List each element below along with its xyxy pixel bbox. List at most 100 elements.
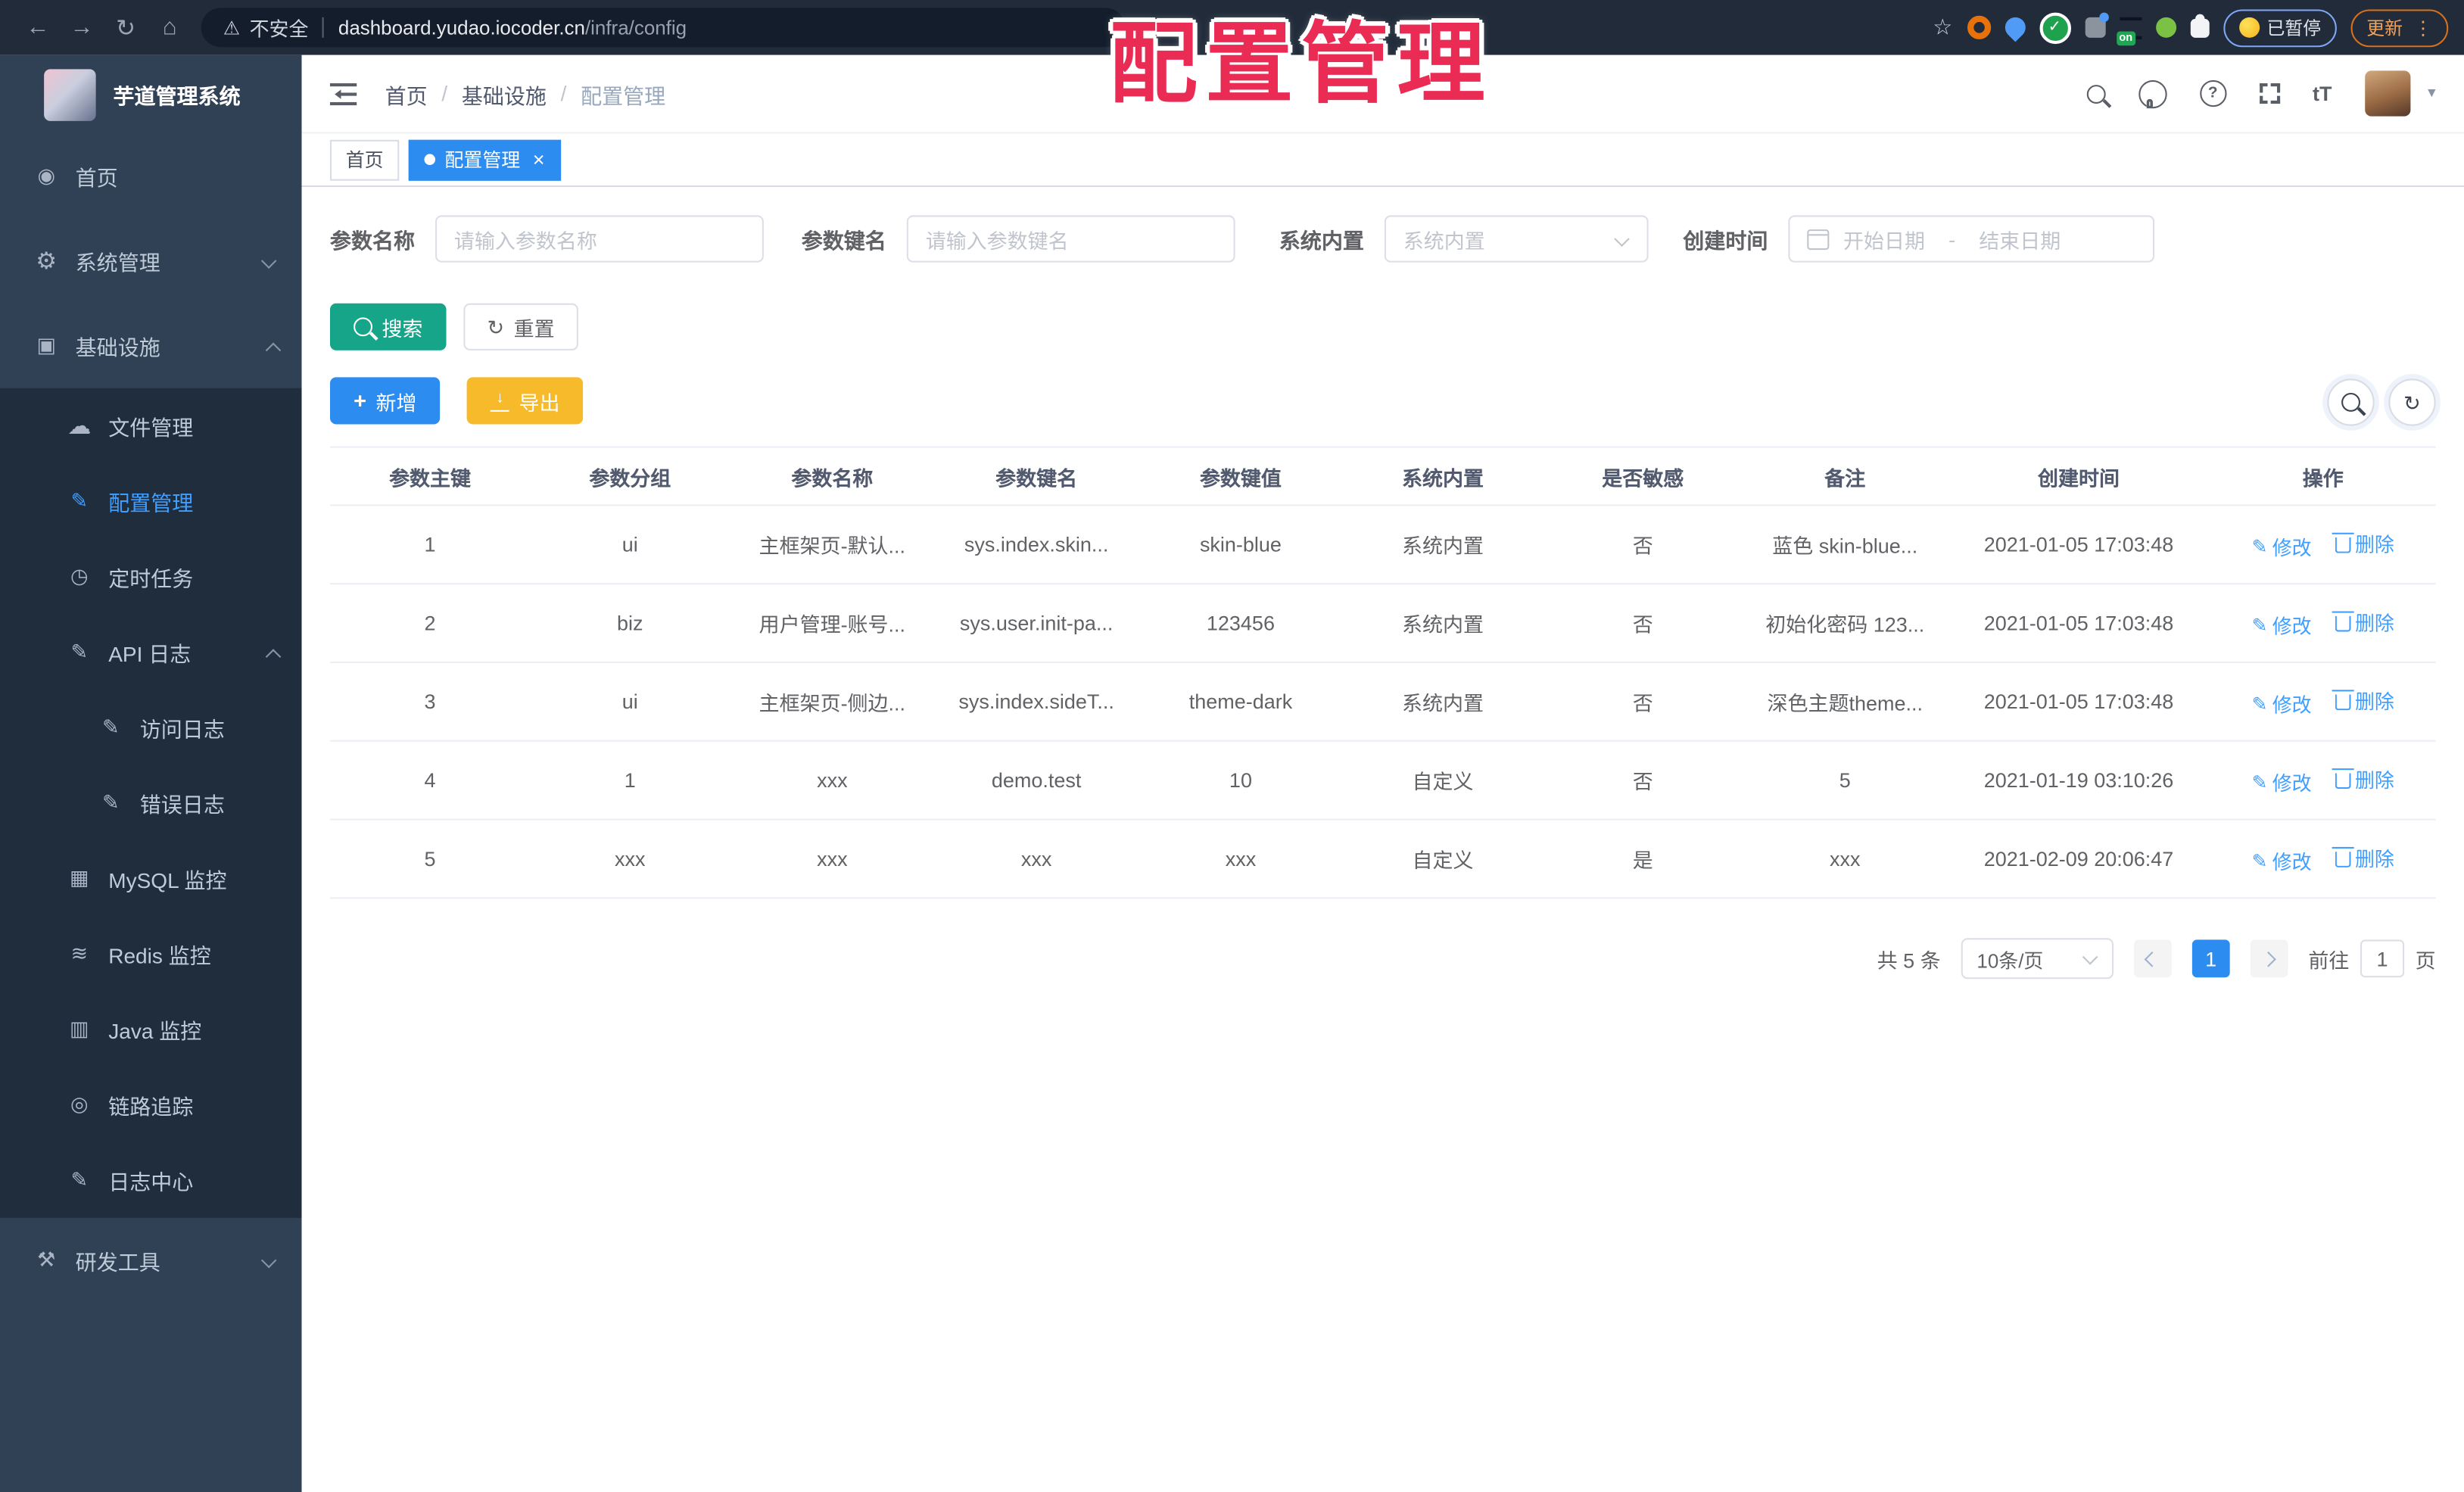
cell: 否 — [1543, 505, 1743, 585]
delete-link[interactable]: 删除 — [2331, 528, 2394, 557]
param-key-input[interactable]: 请输入参数键名 — [906, 215, 1235, 263]
edit-link[interactable]: 修改 — [2252, 688, 2312, 718]
sidebar-item-system[interactable]: 系统管理 — [0, 219, 302, 304]
emoji-paused-icon — [2238, 17, 2260, 38]
cell: 1 — [329, 505, 531, 585]
sidebar-item-config-manage[interactable]: 配置管理 — [0, 463, 302, 539]
chevron-up-icon — [265, 334, 282, 357]
tab-label: 配置管理 — [444, 149, 521, 172]
sidebar-item-java-monitor[interactable]: Java 监控 — [0, 992, 302, 1067]
cell: 主框架页-默认... — [730, 505, 935, 585]
sidebar-item-api-log[interactable]: API 日志 — [0, 615, 302, 690]
sidebar-item-mysql-monitor[interactable]: MySQL 监控 — [0, 841, 302, 917]
sidebar-item-cron-job[interactable]: 定时任务 — [0, 539, 302, 615]
close-icon[interactable] — [530, 148, 545, 171]
sidebar-item-label: 首页 — [75, 167, 118, 191]
bookmark-star-icon[interactable]: ☆ — [1933, 14, 1952, 41]
column-header: 参数分组 — [530, 447, 730, 506]
breadcrumb-home[interactable]: 首页 — [385, 78, 428, 110]
sidebar-item-label: 日志中心 — [108, 1170, 194, 1195]
sidebar-item-error-log[interactable]: 错误日志 — [0, 765, 302, 841]
delete-link[interactable]: 删除 — [2331, 606, 2394, 636]
search-icon[interactable] — [2086, 84, 2106, 103]
font-size-icon[interactable]: tT — [2313, 82, 2332, 105]
add-button[interactable]: 新增 — [329, 377, 441, 425]
param-name-input[interactable]: 请输入参数名称 — [435, 215, 764, 263]
sidebar-item-infrastructure[interactable]: 基础设施 — [0, 304, 302, 388]
sidebar-item-label: Redis 监控 — [108, 944, 211, 968]
next-page-button[interactable] — [2250, 939, 2288, 978]
edit-link[interactable]: 修改 — [2252, 531, 2312, 561]
sidebar-item-label: API 日志 — [108, 643, 192, 667]
param-key-label: 参数键名 — [801, 229, 886, 254]
page-size-select[interactable]: 10条/页 — [1961, 938, 2114, 980]
access-log-icon — [98, 715, 124, 740]
home-icon[interactable]: ⌂ — [148, 14, 192, 41]
sidebar-fold-icon[interactable] — [329, 82, 357, 105]
search-button[interactable]: 搜索 — [329, 303, 447, 350]
warning-icon: ⚠ — [223, 16, 241, 39]
trash-icon — [2331, 768, 2353, 789]
extension-lines-icon[interactable]: on — [2116, 16, 2142, 45]
reload-icon[interactable]: ↻ — [104, 14, 148, 42]
sidebar-item-home[interactable]: 首页 — [0, 133, 302, 218]
search-toggle-button[interactable] — [2327, 378, 2375, 426]
forward-icon[interactable]: → — [60, 14, 104, 41]
app-logo-row[interactable]: 芋道管理系统 — [0, 55, 302, 134]
extension-gray-icon[interactable] — [2084, 12, 2108, 38]
sidebar-item-log-center[interactable]: 日志中心 — [0, 1142, 302, 1218]
extension-green-check-icon[interactable]: ✓ — [2039, 11, 2070, 44]
caret-down-icon[interactable]: ▾ — [2428, 85, 2435, 102]
export-button[interactable]: 导出 — [466, 377, 584, 425]
edit-link[interactable]: 修改 — [2252, 846, 2312, 875]
sidebar-item-file-manage[interactable]: 文件管理 — [0, 388, 302, 464]
breadcrumb-current: 配置管理 — [581, 84, 666, 108]
sidebar-item-redis-monitor[interactable]: Redis 监控 — [0, 916, 302, 992]
goto-page-input[interactable] — [2360, 939, 2405, 978]
refresh-button[interactable] — [2388, 378, 2436, 426]
sidebar-item-dev-tools[interactable]: 研发工具 — [0, 1218, 302, 1303]
screen: ← → ↻ ⌂ ⚠ 不安全 dashboard.yudao.iocoder.cn… — [0, 0, 2464, 1492]
url-path: /infra/config — [584, 16, 687, 39]
tab-home[interactable]: 首页 — [329, 139, 400, 180]
edit-link[interactable]: 修改 — [2252, 609, 2312, 639]
fullscreen-icon[interactable] — [2259, 83, 2280, 104]
table-row: 3 ui 主框架页-侧边... sys.index.sideT... theme… — [329, 662, 2436, 742]
paused-badge[interactable]: 已暂停 — [2223, 8, 2337, 47]
param-name-label: 参数名称 — [329, 229, 416, 254]
cell: 2021-01-05 17:03:48 — [1947, 584, 2210, 664]
delete-link[interactable]: 删除 — [2331, 764, 2394, 793]
browser-toolbar: ← → ↻ ⌂ ⚠ 不安全 dashboard.yudao.iocoder.cn… — [0, 0, 2464, 55]
system-builtin-placeholder: 系统内置 — [1403, 229, 1485, 253]
extension-blue-drop-icon[interactable] — [2000, 13, 2029, 42]
date-range-picker[interactable]: 开始日期 - 结束日期 — [1788, 215, 2155, 263]
edit-link[interactable]: 修改 — [2252, 767, 2312, 796]
security-label: 不安全 — [249, 18, 309, 41]
extensions-puzzle-icon[interactable] — [2189, 13, 2209, 37]
system-builtin-select[interactable]: 系统内置 — [1384, 215, 1649, 263]
reset-button[interactable]: 重置 — [463, 303, 578, 350]
extension-green-icon[interactable] — [2155, 17, 2176, 38]
app-title: 芋道管理系统 — [113, 85, 241, 109]
back-icon[interactable]: ← — [16, 14, 60, 41]
sidebar-item-label: 研发工具 — [75, 1251, 160, 1275]
page-1-button[interactable]: 1 — [2191, 939, 2230, 978]
help-icon[interactable] — [2199, 79, 2226, 107]
delete-link[interactable]: 删除 — [2331, 685, 2394, 715]
sidebar-item-label: 配置管理 — [108, 491, 194, 516]
column-header: 参数主键 — [329, 447, 531, 506]
address-bar[interactable]: ⚠ 不安全 dashboard.yudao.iocoder.cn /infra/… — [201, 8, 1126, 48]
github-icon[interactable] — [2138, 79, 2167, 108]
browser-menu-icon[interactable]: ⋮ — [2414, 17, 2433, 39]
update-button[interactable]: 更新 ⋮ — [2350, 8, 2449, 47]
edit-icon — [2252, 692, 2268, 714]
breadcrumb-infrastructure[interactable]: 基础设施 — [462, 78, 547, 110]
sidebar-item-trace[interactable]: 链路追踪 — [0, 1067, 302, 1143]
delete-link[interactable]: 删除 — [2331, 843, 2394, 872]
tab-config-manage[interactable]: 配置管理 — [408, 139, 561, 180]
avatar[interactable] — [2365, 70, 2411, 117]
sidebar-item-access-log[interactable]: 访问日志 — [0, 690, 302, 765]
prev-page-button[interactable] — [2133, 939, 2172, 978]
cell: 自定义 — [1342, 819, 1544, 899]
extension-orange-icon[interactable] — [1966, 15, 1991, 39]
